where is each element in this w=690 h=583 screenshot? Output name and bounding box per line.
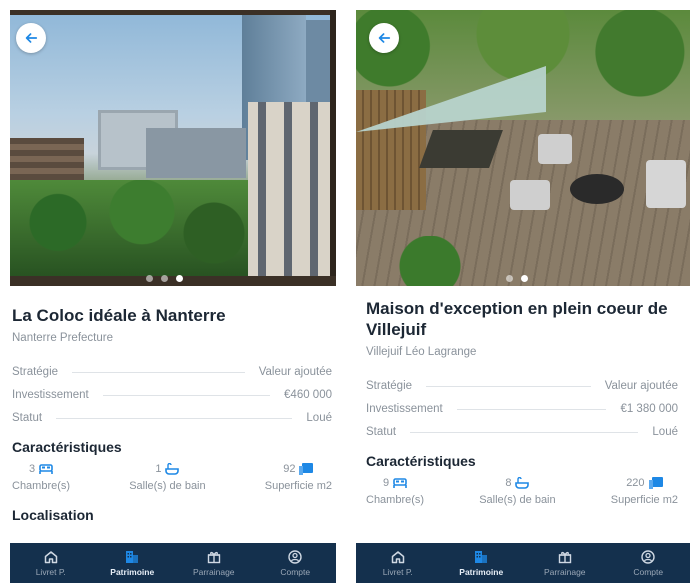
tab-livret[interactable]: Livret P.: [10, 550, 92, 577]
detail-value: €460 000: [284, 389, 332, 401]
detail-label: Investissement: [366, 403, 443, 415]
pagination-dot[interactable]: [506, 275, 513, 282]
pagination-dot[interactable]: [146, 275, 153, 282]
photo-pagination: [146, 275, 183, 282]
tab-livret[interactable]: Livret P.: [356, 550, 440, 577]
feature-bedrooms: 9 Chambre(s): [366, 477, 425, 506]
bed-icon: [393, 478, 407, 488]
arrow-left-icon: [378, 33, 391, 43]
property-photo[interactable]: [356, 10, 690, 286]
detail-value: Valeur ajoutée: [604, 380, 678, 392]
building-icon: [126, 550, 139, 563]
feature-area: 92 Superficie m2: [264, 463, 332, 492]
detail-label: Investissement: [12, 389, 89, 401]
photo-pagination: [506, 275, 528, 282]
area-icon: [648, 477, 663, 489]
detail-label: Statut: [366, 426, 397, 438]
property-title: Maison d'exception en plein coeur de Vil…: [366, 299, 668, 339]
property-location: Nanterre Prefecture: [12, 332, 113, 344]
tab-compte[interactable]: Compte: [607, 549, 690, 577]
area-icon: [299, 463, 314, 475]
features-list: 3 Chambre(s) 1 Salle(s) de bain 92 Super…: [12, 463, 332, 492]
detail-row-status: Statut Loué: [366, 422, 678, 442]
detail-value: Loué: [306, 412, 332, 424]
property-details: Stratégie Valeur ajoutée Investissement …: [366, 376, 678, 442]
account-icon: [288, 549, 302, 564]
property-title: La Coloc idéale à Nanterre: [12, 306, 226, 325]
tab-patrimoine[interactable]: Patrimoine: [92, 550, 174, 577]
account-icon: [641, 549, 655, 564]
detail-row-strategy: Stratégie Valeur ajoutée: [366, 376, 678, 396]
property-photo[interactable]: [10, 10, 336, 286]
building-icon: [475, 550, 488, 563]
detail-row-investment: Investissement €1 380 000: [366, 399, 678, 419]
detail-value: Valeur ajoutée: [258, 366, 332, 378]
feature-bathrooms: 1 Salle(s) de bain: [129, 463, 206, 492]
detail-row-strategy: Stratégie Valeur ajoutée: [12, 362, 332, 382]
detail-label: Stratégie: [12, 366, 59, 378]
bottom-tab-bar: Livret P. Patrimoine Parrainage Compte: [356, 543, 690, 583]
property-screen-villejuif: Maison d'exception en plein coeur de Vil…: [356, 10, 690, 583]
bottom-tab-bar: Livret P. Patrimoine Parrainage Compte: [10, 543, 336, 583]
tab-parrainage[interactable]: Parrainage: [523, 550, 607, 577]
tab-parrainage[interactable]: Parrainage: [173, 550, 255, 577]
detail-value: Loué: [652, 426, 678, 438]
location-title: Localisation: [12, 507, 94, 523]
gift-icon: [207, 551, 220, 563]
pagination-dot-active[interactable]: [176, 275, 183, 282]
bed-icon: [39, 464, 53, 474]
back-button[interactable]: [369, 23, 399, 53]
detail-value: €1 380 000: [620, 403, 678, 415]
detail-row-investment: Investissement €460 000: [12, 385, 332, 405]
bath-icon: [165, 463, 180, 475]
pagination-dot-active[interactable]: [521, 275, 528, 282]
property-details: Stratégie Valeur ajoutée Investissement …: [12, 362, 332, 428]
property-screen-nanterre: La Coloc idéale à Nanterre Nanterre Pref…: [10, 10, 336, 583]
home-icon: [391, 550, 404, 563]
feature-bathrooms: 8 Salle(s) de bain: [479, 477, 556, 506]
detail-label: Stratégie: [366, 380, 413, 392]
detail-row-status: Statut Loué: [12, 408, 332, 428]
home-icon: [44, 550, 57, 563]
feature-area: 220 Superficie m2: [610, 477, 678, 506]
tab-patrimoine[interactable]: Patrimoine: [440, 550, 524, 577]
detail-label: Statut: [12, 412, 43, 424]
back-button[interactable]: [16, 23, 46, 53]
property-location: Villejuif Léo Lagrange: [366, 346, 477, 358]
pagination-dot[interactable]: [161, 275, 168, 282]
features-list: 9 Chambre(s) 8 Salle(s) de bain 220 Supe…: [366, 477, 678, 506]
gift-icon: [558, 551, 571, 563]
features-title: Caractéristiques: [12, 439, 122, 455]
arrow-left-icon: [25, 33, 38, 43]
bath-icon: [515, 477, 530, 489]
tab-compte[interactable]: Compte: [255, 549, 337, 577]
feature-bedrooms: 3 Chambre(s): [12, 463, 71, 492]
features-title: Caractéristiques: [366, 453, 476, 469]
